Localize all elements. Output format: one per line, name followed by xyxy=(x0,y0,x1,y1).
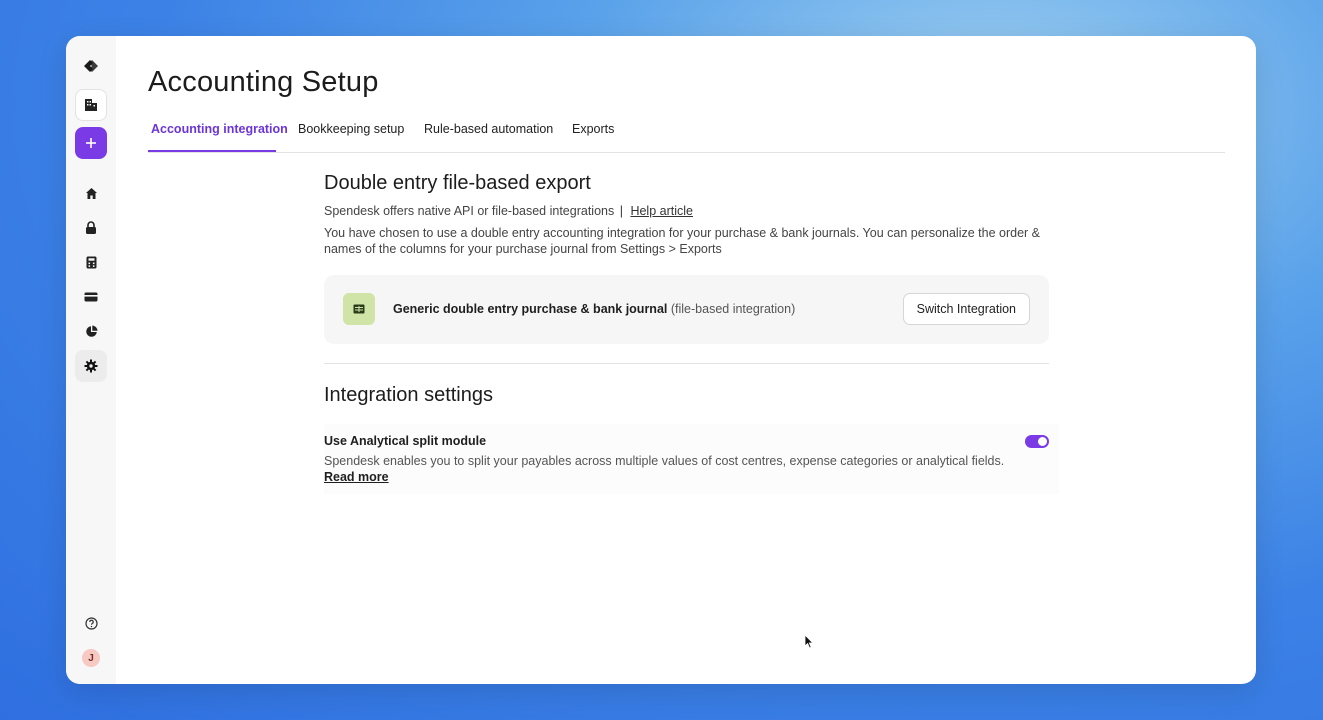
export-intro: Spendesk offers native API or file-based… xyxy=(324,204,693,218)
lock-icon[interactable] xyxy=(75,211,107,243)
setting-description-text: Spendesk enables you to split your payab… xyxy=(324,454,1005,468)
pie-chart-icon[interactable] xyxy=(75,315,107,347)
integration-name: Generic double entry purchase & bank jou… xyxy=(393,302,668,316)
toggle-knob xyxy=(1038,437,1047,446)
spendesk-logo-icon[interactable] xyxy=(75,50,107,82)
analytical-split-toggle[interactable] xyxy=(1025,435,1049,448)
building-icon[interactable] xyxy=(75,89,107,121)
tab-exports[interactable]: Exports xyxy=(572,122,614,136)
setting-description: Spendesk enables you to split your payab… xyxy=(324,453,1014,485)
gear-icon[interactable] xyxy=(75,350,107,382)
integration-card: Generic double entry purchase & bank jou… xyxy=(324,275,1049,344)
app-window: J Accounting Setup Accounting integratio… xyxy=(66,36,1256,684)
help-article-link[interactable]: Help article xyxy=(630,204,693,218)
integration-type-note: (file-based integration) xyxy=(670,302,796,316)
active-tab-indicator xyxy=(148,150,276,152)
tab-rule-based-automation[interactable]: Rule-based automation xyxy=(424,122,553,136)
mouse-cursor-icon xyxy=(804,634,814,654)
analytical-split-setting: Use Analytical split module Spendesk ena… xyxy=(324,424,1059,494)
card-icon[interactable] xyxy=(75,281,107,313)
user-avatar-button[interactable]: J xyxy=(75,642,107,674)
switch-integration-button[interactable]: Switch Integration xyxy=(902,293,1030,325)
divider xyxy=(324,363,1049,364)
tab-accounting-integration[interactable]: Accounting integration xyxy=(151,122,288,136)
plus-icon[interactable] xyxy=(75,127,107,159)
avatar: J xyxy=(82,649,100,667)
separator: | xyxy=(619,204,623,218)
table-icon xyxy=(343,293,375,325)
main-content: Double entry file-based export Spendesk … xyxy=(324,172,1059,494)
help-icon[interactable] xyxy=(75,607,107,639)
calculator-icon[interactable] xyxy=(75,246,107,278)
page-title: Accounting Setup xyxy=(148,66,379,98)
home-icon[interactable] xyxy=(75,177,107,209)
tab-bookkeeping-setup[interactable]: Bookkeeping setup xyxy=(298,122,404,136)
setting-title: Use Analytical split module xyxy=(324,434,487,448)
tab-bar: Accounting integration Bookkeeping setup… xyxy=(148,116,1225,153)
export-intro-text: Spendesk offers native API or file-based… xyxy=(324,204,615,218)
export-description: You have chosen to use a double entry ac… xyxy=(324,226,1040,256)
export-heading: Double entry file-based export xyxy=(324,172,591,194)
sidebar: J xyxy=(66,36,116,684)
integration-label: Generic double entry purchase & bank jou… xyxy=(393,302,795,316)
integration-settings-heading: Integration settings xyxy=(324,384,493,406)
read-more-link[interactable]: Read more xyxy=(324,470,389,484)
